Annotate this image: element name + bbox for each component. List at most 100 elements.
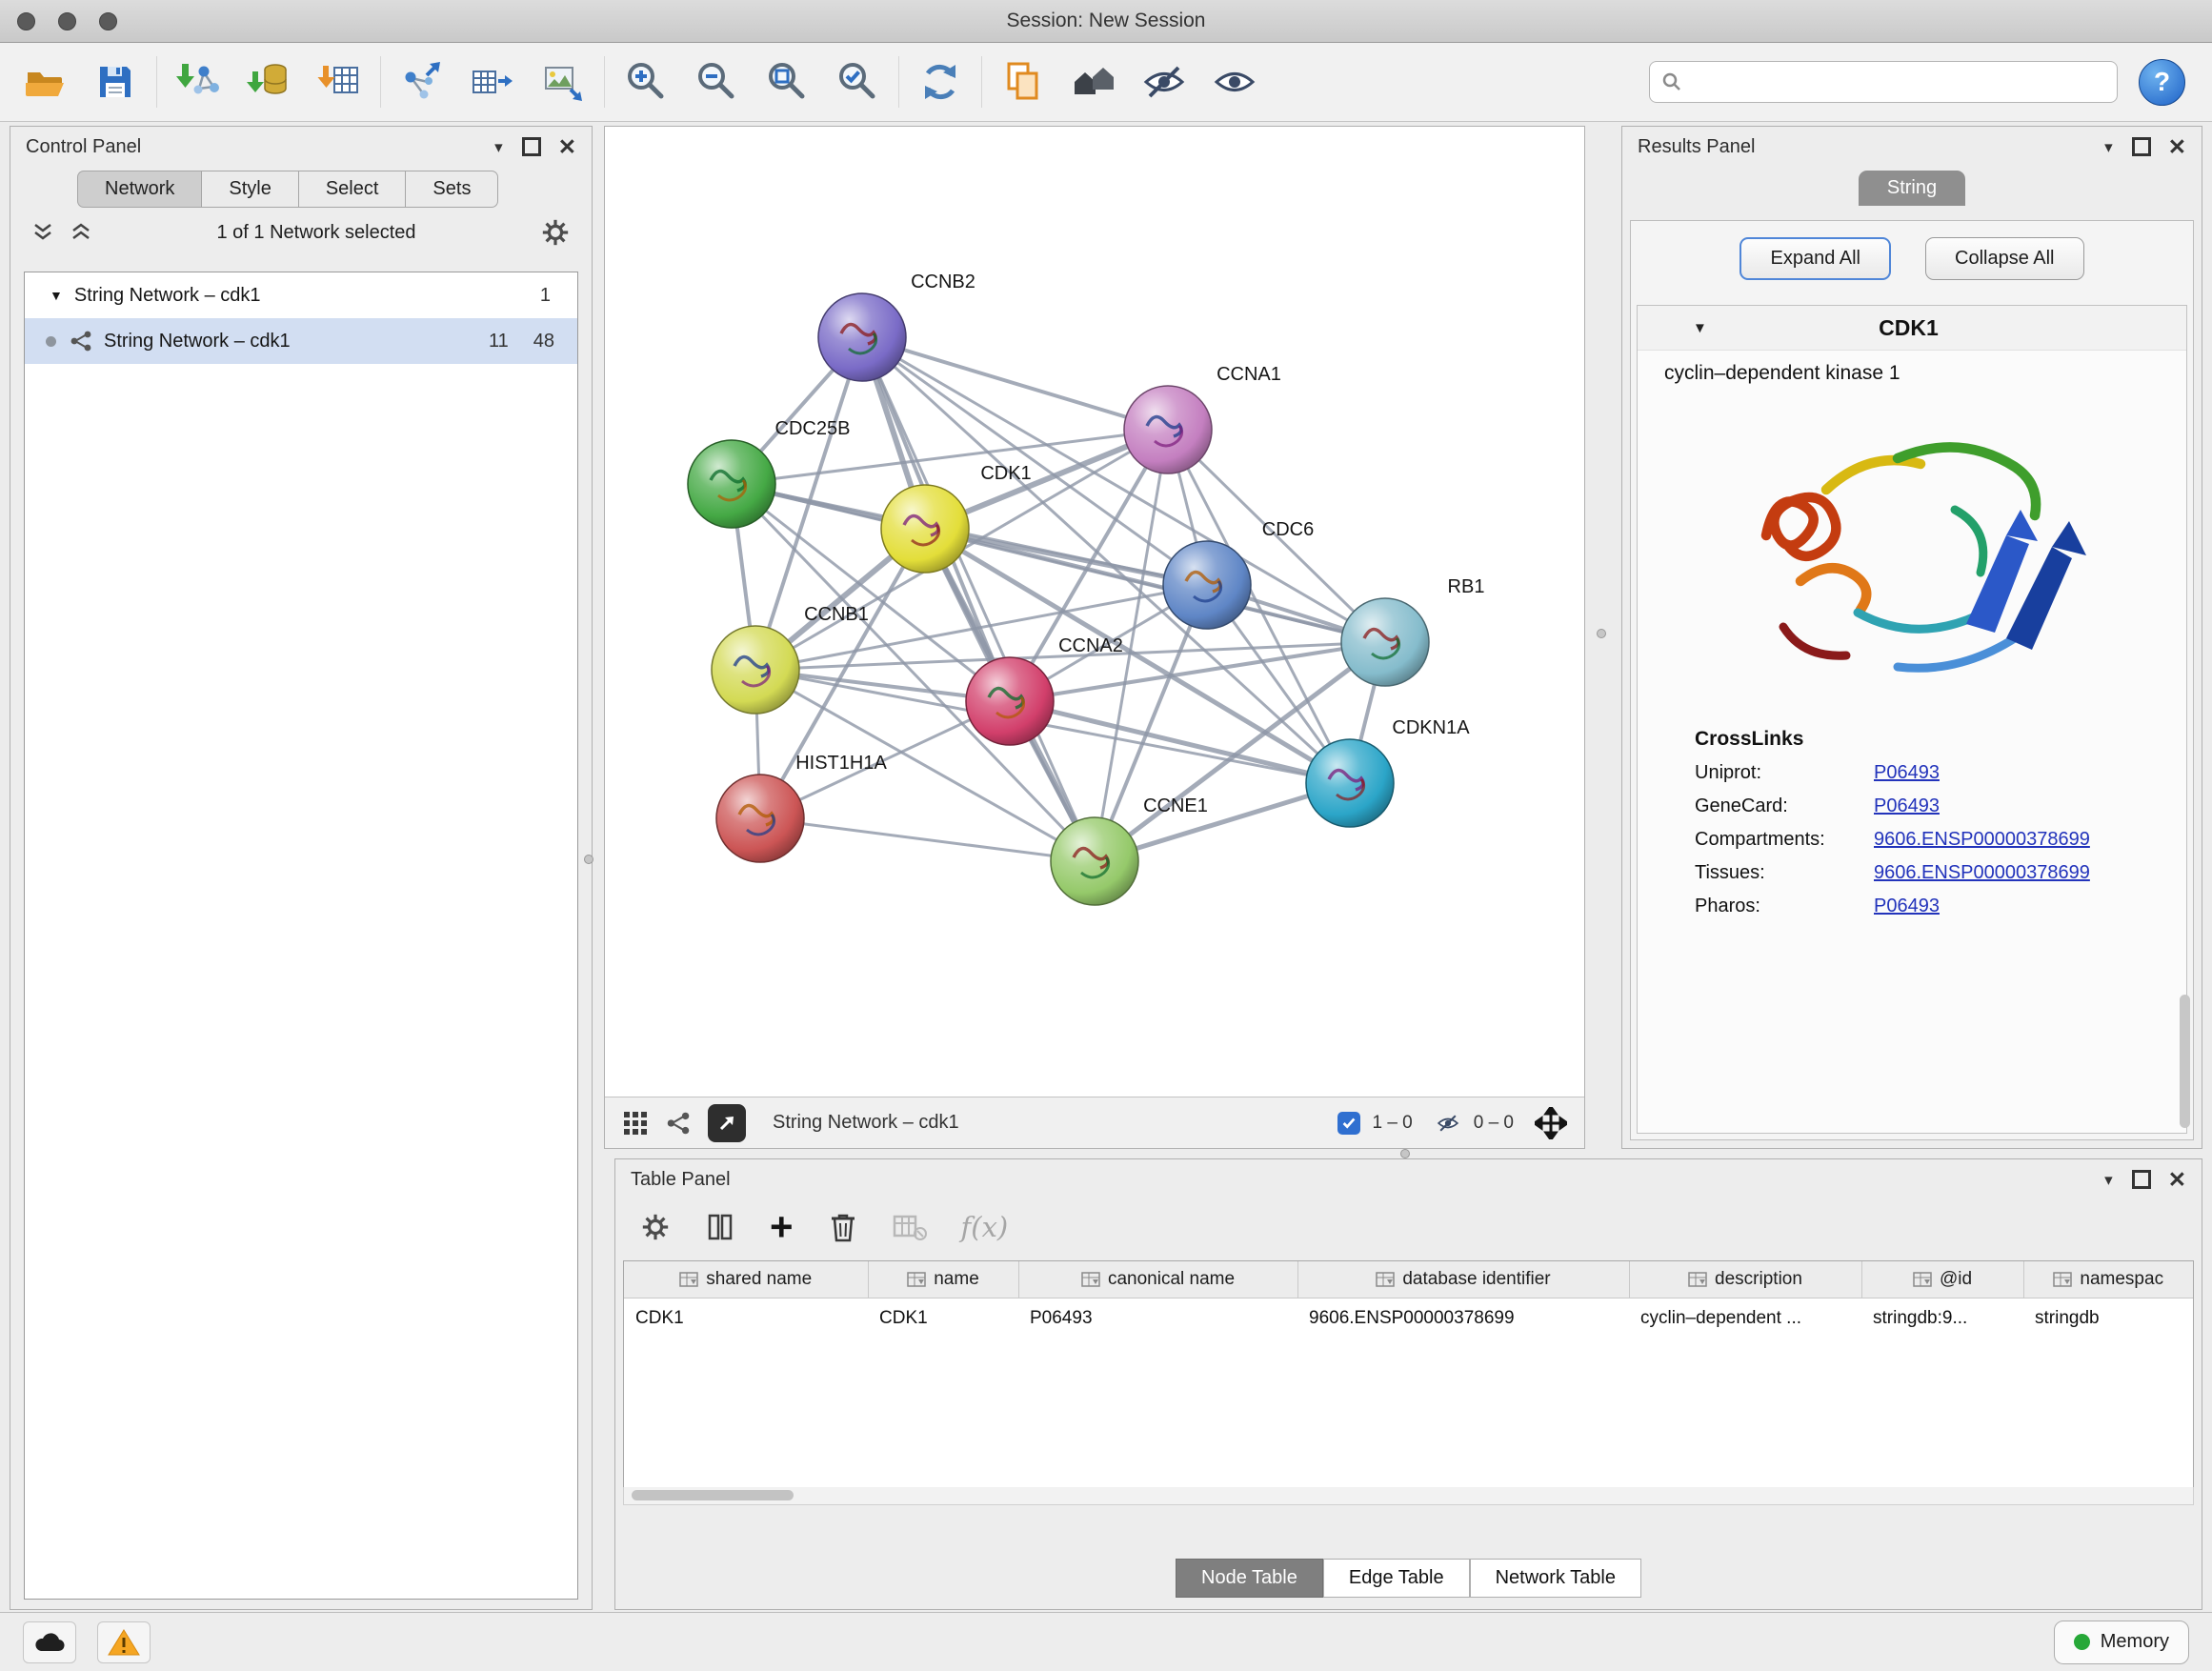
network-node-cdk1[interactable] [881,485,969,573]
save-session-button[interactable] [86,51,145,112]
column-header-database-identifier[interactable]: database identifier [1297,1261,1629,1299]
tab-edge-table[interactable]: Edge Table [1323,1559,1470,1598]
control-panel-close-icon[interactable]: ✕ [558,136,576,158]
network-node-ccne1[interactable] [1051,817,1138,905]
memory-button[interactable]: Memory [2054,1621,2189,1664]
table-panel-close-icon[interactable]: ✕ [2168,1169,2186,1191]
network-node-cdc25b[interactable] [688,440,775,528]
network-node-rb1[interactable] [1341,598,1429,686]
refresh-layout-button[interactable] [911,51,970,112]
network-edge[interactable] [862,337,1168,430]
export-table-button[interactable] [463,51,522,112]
import-network-database-button[interactable] [239,51,298,112]
tab-network[interactable]: Network [77,171,201,208]
results-panel-close-icon[interactable]: ✕ [2168,136,2186,158]
search-input[interactable] [1692,70,2105,93]
network-node-ccnb2[interactable] [818,293,906,381]
tab-sets[interactable]: Sets [405,171,498,208]
network-node-ccna2[interactable] [966,657,1054,745]
column-header-id[interactable]: @id [1861,1261,2023,1299]
import-table-file-button[interactable] [310,51,369,112]
collapse-all-button[interactable]: Collapse All [1925,237,2084,280]
grid-view-icon[interactable] [622,1110,649,1137]
zoom-fit-content-button[interactable] [757,51,816,112]
network-node-ccna1[interactable] [1124,386,1212,473]
hide-selected-button[interactable] [1135,51,1194,112]
column-header-canonical-name[interactable]: canonical name [1018,1261,1297,1299]
gear-icon[interactable] [540,217,571,248]
close-window-button[interactable] [17,12,35,30]
pan-move-icon[interactable] [1535,1107,1567,1139]
copy-document-button[interactable] [994,51,1053,112]
tab-select[interactable]: Select [298,171,406,208]
network-row-selected[interactable]: String Network – cdk1 11 48 [25,318,577,364]
cloud-status-button[interactable] [23,1621,76,1663]
selected-checkbox-icon[interactable] [1337,1112,1360,1135]
pharos-link[interactable]: P06493 [1874,896,1940,917]
maximize-window-button[interactable] [99,12,117,30]
table-panel-float-icon[interactable] [2132,1170,2151,1189]
zoom-in-button[interactable] [616,51,675,112]
expand-all-icon[interactable] [70,221,92,244]
network-node-hist1h1a[interactable] [716,775,804,862]
network-graph[interactable]: CCNB2CCNA1CDC25BCDK1CDC6RB1CCNB1CCNA2CDK… [605,127,1584,1097]
network-collection-row[interactable]: ▼ String Network – cdk1 1 [25,272,577,318]
vertical-splitter-handle-left[interactable] [584,855,593,864]
table-scrollbar-thumb[interactable] [632,1490,794,1500]
control-panel-menu-icon[interactable]: ▾ [494,139,503,155]
genecard-link[interactable]: P06493 [1874,795,1940,817]
export-network-button[interactable] [392,51,452,112]
gene-caret-icon[interactable]: ▼ [1693,320,1707,336]
tab-style[interactable]: Style [201,171,297,208]
vertical-splitter-handle-right[interactable] [1597,629,1606,638]
minimize-window-button[interactable] [58,12,76,30]
network-canvas[interactable]: CCNB2CCNA1CDC25BCDK1CDC6RB1CCNB1CCNA2CDK… [605,127,1584,1097]
results-scrollbar-thumb[interactable] [2180,995,2190,1128]
control-panel-float-icon[interactable] [522,137,541,156]
delete-column-trash-icon[interactable] [828,1211,858,1243]
table-panel-menu-icon[interactable]: ▾ [2104,1172,2113,1188]
network-edge[interactable] [760,818,1095,861]
zoom-selected-button[interactable] [828,51,887,112]
expand-all-button[interactable]: Expand All [1739,237,1891,280]
collapse-all-icon[interactable] [31,221,54,244]
tab-node-table[interactable]: Node Table [1176,1559,1323,1598]
cloud-icon [32,1630,67,1655]
table-settings-gear-icon[interactable] [640,1212,671,1242]
compartments-link[interactable]: 9606.ENSP00000378699 [1874,829,2090,851]
network-node-cdkn1a[interactable] [1306,739,1394,827]
results-panel-float-icon[interactable] [2132,137,2151,156]
column-header-shared-name[interactable]: shared name [624,1261,868,1299]
tab-string[interactable]: String [1859,171,1965,206]
results-panel-menu-icon[interactable]: ▾ [2104,139,2113,155]
add-column-icon[interactable]: + [770,1211,794,1243]
gene-section-header[interactable]: ▼ CDK1 [1638,306,2186,351]
column-header-namespace[interactable]: namespac [2023,1261,2193,1299]
import-network-file-button[interactable] [169,51,228,112]
table-row[interactable]: CDK1 CDK1 P06493 9606.ENSP00000378699 cy… [624,1299,2193,1339]
zoom-out-button[interactable] [687,51,746,112]
table-horizontal-scrollbar[interactable] [623,1487,2194,1505]
search-box[interactable] [1649,61,2118,103]
network-node-cdc6[interactable] [1163,541,1251,629]
horizontal-splitter-handle[interactable] [1400,1149,1410,1158]
column-attr-icon [1376,1272,1395,1287]
warning-status-button[interactable] [97,1621,151,1663]
open-session-button[interactable] [15,51,74,112]
network-edge[interactable] [862,337,1095,861]
show-columns-icon[interactable] [705,1212,735,1242]
hidden-eye-slash-icon[interactable] [1434,1111,1462,1136]
tissues-link[interactable]: 9606.ENSP00000378699 [1874,862,2090,884]
column-header-description[interactable]: description [1629,1261,1861,1299]
share-view-icon[interactable] [666,1111,691,1136]
help-button[interactable]: ? [2139,59,2185,106]
export-image-button[interactable] [533,51,593,112]
home-button[interactable] [1064,51,1123,112]
open-in-new-window-button[interactable] [708,1104,746,1142]
tree-caret-icon[interactable]: ▼ [50,288,63,303]
uniprot-link[interactable]: P06493 [1874,762,1940,784]
tab-network-table[interactable]: Network Table [1470,1559,1641,1598]
network-node-ccnb1[interactable] [712,626,799,714]
show-all-button[interactable] [1205,51,1264,112]
column-header-name[interactable]: name [868,1261,1018,1299]
